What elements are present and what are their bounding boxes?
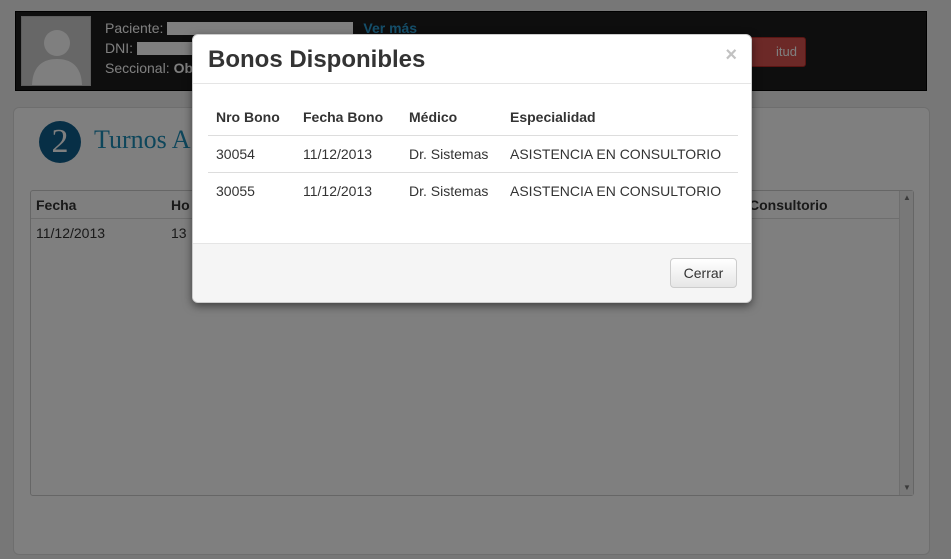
cell-especialidad: ASISTENCIA EN CONSULTORIO — [502, 171, 738, 209]
header-fecha-bono: Fecha Bono — [295, 99, 401, 136]
header-medico: Médico — [401, 99, 502, 136]
header-nro-bono: Nro Bono — [208, 99, 295, 136]
cell-nro-bono: 30054 — [208, 134, 295, 172]
modal-title: Bonos Disponibles — [208, 46, 426, 73]
table-row[interactable]: 30055 11/12/2013 Dr. Sistemas ASISTENCIA… — [208, 171, 738, 209]
bonos-modal: Bonos Disponibles × Nro Bono Fecha Bono … — [192, 34, 752, 303]
cell-fecha-bono: 11/12/2013 — [295, 171, 401, 209]
modal-footer: Cerrar — [193, 243, 751, 302]
cell-fecha-bono: 11/12/2013 — [295, 134, 401, 172]
cell-medico: Dr. Sistemas — [401, 171, 502, 209]
bonos-table: Nro Bono Fecha Bono Médico Especialidad … — [208, 99, 738, 209]
close-icon[interactable]: × — [725, 45, 737, 65]
table-row[interactable]: 30054 11/12/2013 Dr. Sistemas ASISTENCIA… — [208, 134, 738, 172]
cell-medico: Dr. Sistemas — [401, 134, 502, 172]
modal-header: Bonos Disponibles × — [193, 35, 751, 84]
modal-body: Nro Bono Fecha Bono Médico Especialidad … — [193, 84, 751, 244]
cell-nro-bono: 30055 — [208, 171, 295, 209]
bonos-header-row: Nro Bono Fecha Bono Médico Especialidad — [208, 99, 738, 136]
cell-especialidad: ASISTENCIA EN CONSULTORIO — [502, 134, 738, 172]
header-especialidad: Especialidad — [502, 99, 738, 136]
cerrar-button[interactable]: Cerrar — [670, 258, 737, 288]
